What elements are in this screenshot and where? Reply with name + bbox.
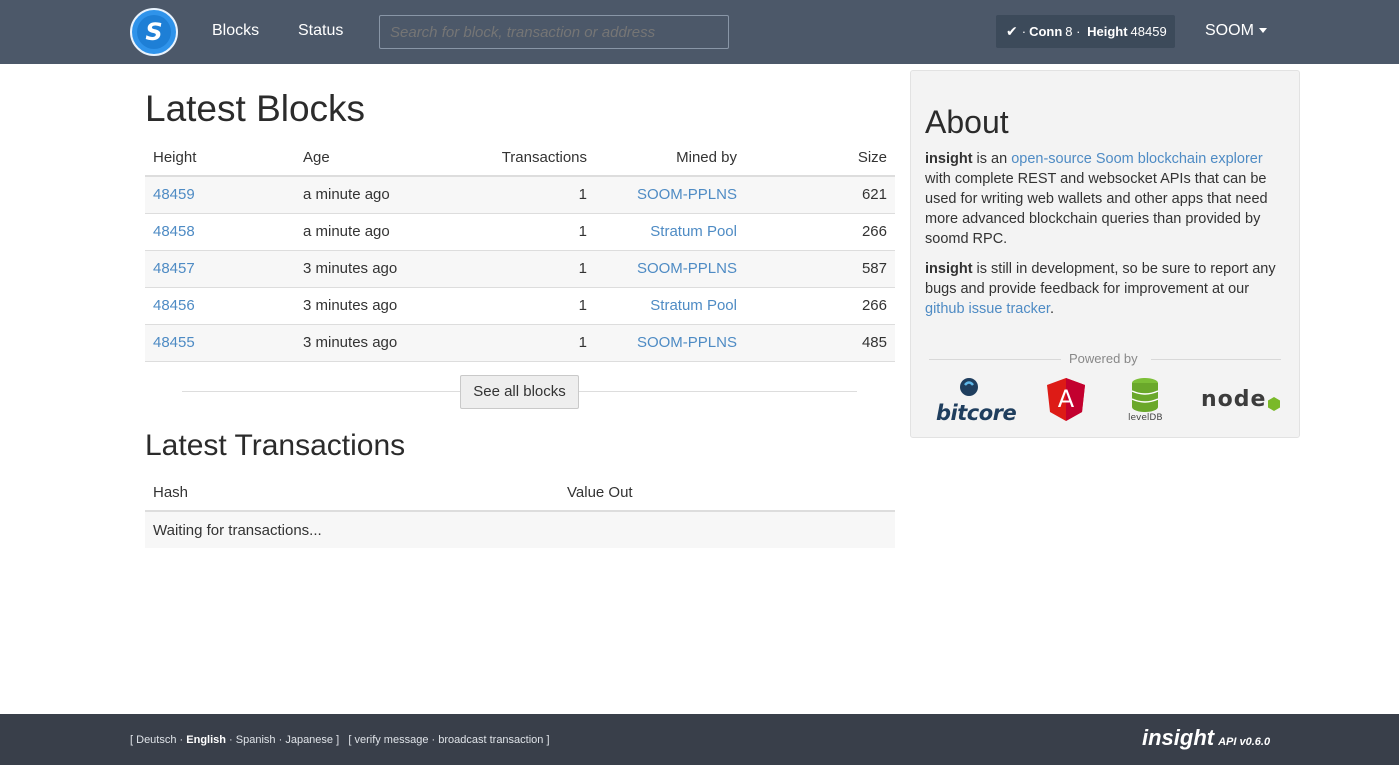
nav-status-link[interactable]: Status [298, 22, 343, 40]
angular-logo-icon[interactable]: A [1045, 377, 1087, 423]
latest-blocks-title: Latest Blocks [145, 88, 366, 129]
block-miner-link[interactable]: SOOM-PPLNS [637, 260, 737, 277]
api-version: API v0.6.0 [1218, 736, 1271, 748]
nav-blocks-link[interactable]: Blocks [212, 22, 259, 40]
lang-deutsch-link[interactable]: Deutsch [136, 734, 176, 746]
table-row: 48458 a minute ago 1 Stratum Pool 266 [145, 213, 895, 251]
lang-spanish-link[interactable]: Spanish [236, 734, 276, 746]
leveldb-logo-icon[interactable]: levelDB [1125, 377, 1165, 427]
powered-by-label: Powered by [1069, 351, 1138, 366]
block-age: a minute ago [295, 213, 455, 251]
col-age: Age [295, 140, 455, 177]
see-all-blocks-button[interactable]: See all blocks [460, 375, 579, 409]
verify-message-link[interactable]: verify message [354, 734, 428, 746]
conn-value: 8 [1065, 24, 1073, 39]
col-height: Height [145, 140, 295, 177]
block-miner-link[interactable]: SOOM-PPLNS [637, 186, 737, 203]
block-age: 3 minutes ago [295, 250, 455, 288]
block-size: 621 [745, 176, 895, 214]
block-height-link[interactable]: 48455 [153, 334, 195, 351]
github-issue-tracker-link[interactable]: github issue tracker [925, 301, 1050, 317]
col-mined-by: Mined by [595, 140, 745, 177]
broadcast-transaction-link[interactable]: broadcast transaction [438, 734, 543, 746]
soom-logo-icon[interactable]: S [130, 8, 178, 56]
block-size: 587 [745, 250, 895, 288]
height-label: Height [1087, 24, 1128, 39]
block-tx-count: 1 [455, 176, 595, 214]
block-age: a minute ago [295, 176, 455, 214]
lang-japanese-link[interactable]: Japanese [285, 734, 333, 746]
block-height-link[interactable]: 48456 [153, 297, 195, 314]
block-height-link[interactable]: 48459 [153, 186, 195, 203]
footer: [ Deutsch · English · Spanish · Japanese… [0, 714, 1399, 765]
transactions-table: Hash Value Out Waiting for transactions.… [145, 475, 895, 548]
block-tx-count: 1 [455, 213, 595, 251]
about-text: . [1049, 301, 1054, 317]
latest-transactions-title: Latest Transactions [145, 429, 406, 462]
bracket: ] [333, 734, 340, 746]
block-tx-count: 1 [455, 324, 595, 362]
about-text: is an [972, 151, 1012, 167]
col-hash: Hash [145, 475, 559, 512]
divider [929, 359, 1061, 360]
bitcore-label: bitcore [936, 401, 1017, 425]
conn-sep: · [1072, 24, 1085, 39]
block-tx-count: 1 [455, 250, 595, 288]
insight-strong: insight [925, 151, 973, 167]
height-value: 48459 [1130, 24, 1167, 39]
insight-brand[interactable]: insight API v0.6.0 [1142, 725, 1270, 751]
angular-letter: A [1057, 385, 1075, 413]
leveldb-label: levelDB [1128, 413, 1163, 423]
lang-english-current: English [186, 734, 226, 746]
block-height-link[interactable]: 48457 [153, 260, 195, 277]
block-age: 3 minutes ago [295, 324, 455, 362]
table-row: Waiting for transactions... [145, 511, 895, 548]
brand-name: insight [1142, 725, 1215, 750]
insight-strong: insight [925, 261, 973, 277]
check-icon: ✔ [1006, 23, 1018, 39]
search-input[interactable] [379, 15, 729, 49]
block-size: 266 [745, 213, 895, 251]
block-size: 266 [745, 287, 895, 325]
about-paragraph-2: insight is still in development, so be s… [925, 259, 1287, 319]
block-age: 3 minutes ago [295, 287, 455, 325]
navbar: S Blocks Status ✔ · Conn 8 · Height 4845… [0, 0, 1399, 64]
block-size: 485 [745, 324, 895, 362]
powered-by: Powered by [929, 351, 1281, 367]
about-text: is still in development, so be sure to r… [925, 261, 1276, 297]
block-height-link[interactable]: 48458 [153, 223, 195, 240]
table-row: 48455 3 minutes ago 1 SOOM-PPLNS 485 [145, 324, 895, 362]
bracket: ] [543, 734, 550, 746]
about-title: About [925, 104, 1009, 140]
footer-links: [ Deutsch · English · Spanish · Japanese… [130, 734, 550, 746]
conn-label: Conn [1029, 24, 1063, 39]
caret-down-icon [1258, 28, 1267, 34]
col-size: Size [745, 140, 895, 177]
block-miner-link[interactable]: Stratum Pool [650, 297, 737, 314]
about-text: with complete REST and websocket APIs th… [925, 171, 1268, 247]
node-logo-icon[interactable]: node [1201, 387, 1283, 417]
conn-prefix: · [1021, 24, 1027, 39]
table-row: 48456 3 minutes ago 1 Stratum Pool 266 [145, 287, 895, 325]
block-tx-count: 1 [455, 287, 595, 325]
node-label: node [1201, 387, 1267, 412]
block-miner-link[interactable]: Stratum Pool [650, 223, 737, 240]
open-source-link[interactable]: open-source Soom blockchain explorer [1011, 151, 1262, 167]
col-transactions: Transactions [455, 140, 595, 177]
divider [1151, 359, 1281, 360]
table-row: 48457 3 minutes ago 1 SOOM-PPLNS 587 [145, 250, 895, 288]
connection-status-badge[interactable]: ✔ · Conn 8 · Height 48459 [996, 15, 1175, 48]
col-value-out: Value Out [559, 475, 895, 512]
bitcore-logo-icon[interactable]: bitcore [936, 377, 1017, 427]
see-all-section: See all blocks [182, 375, 857, 409]
currency-label: SOOM [1205, 22, 1254, 39]
table-row: 48459 a minute ago 1 SOOM-PPLNS 621 [145, 176, 895, 214]
about-panel: About insight is an open-source Soom blo… [910, 70, 1300, 438]
waiting-message: Waiting for transactions... [145, 511, 895, 548]
block-miner-link[interactable]: SOOM-PPLNS [637, 334, 737, 351]
about-paragraph-1: insight is an open-source Soom blockchai… [925, 149, 1287, 249]
logo-letter: S [137, 15, 171, 49]
currency-dropdown[interactable]: SOOM [1205, 22, 1267, 40]
blocks-table: Height Age Transactions Mined by Size 48… [145, 140, 895, 362]
